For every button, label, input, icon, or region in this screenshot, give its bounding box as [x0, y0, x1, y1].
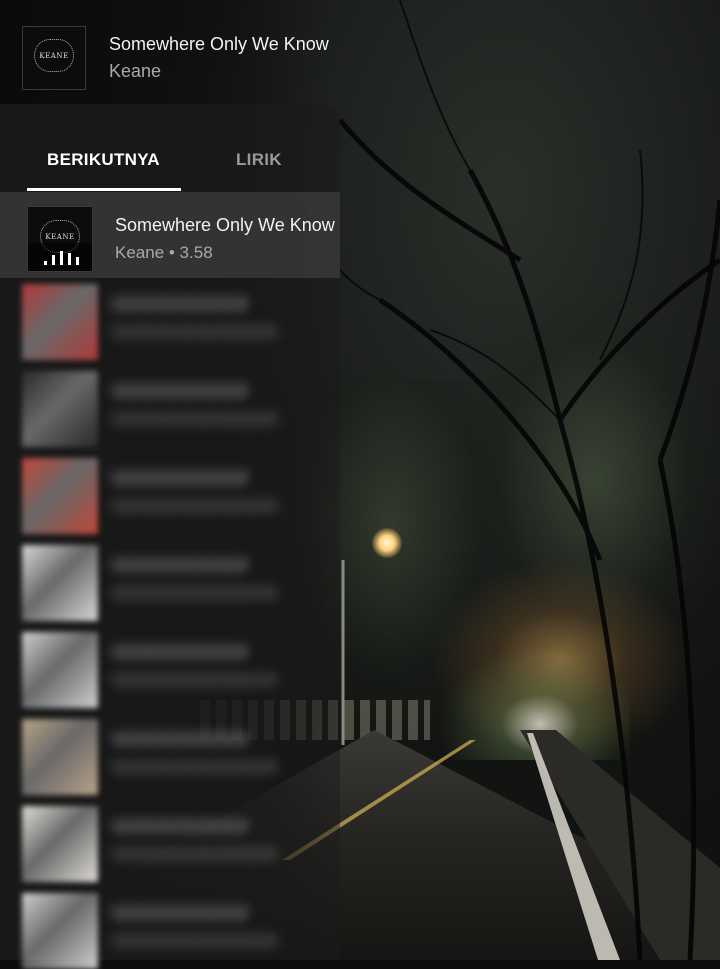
- queue-item[interactable]: [0, 454, 300, 534]
- queue-item-subtitle-blurred: [110, 411, 280, 427]
- queue-item-title-blurred: [110, 383, 250, 399]
- queue-item-title-blurred: [110, 731, 250, 747]
- queue-item-thumbnail: [22, 545, 98, 621]
- queue-item-subtitle-blurred: [110, 585, 280, 601]
- tab-bar: BERIKUTNYA LIRIK: [0, 104, 340, 192]
- queue-item-thumbnail: [22, 632, 98, 708]
- queue-item[interactable]: [0, 367, 300, 447]
- queue-item-thumbnail: [22, 719, 98, 795]
- queue-item-subtitle-blurred: [110, 759, 280, 775]
- queue-item-title-blurred: [110, 905, 250, 921]
- queue-item-thumbnail: [22, 371, 98, 447]
- queue-item[interactable]: [0, 889, 300, 969]
- current-track-meta: Keane • 3.58: [115, 243, 213, 262]
- queue-item-subtitle-blurred: [110, 672, 280, 688]
- queue-item-title-blurred: [110, 818, 250, 834]
- queue-item-thumbnail: [22, 806, 98, 882]
- queue-item[interactable]: [0, 715, 300, 795]
- now-playing-album-art: KEANE: [22, 26, 86, 90]
- current-track-row[interactable]: KEANE Somewhere Only We Know Keane • 3.5…: [0, 192, 340, 278]
- queue-item[interactable]: [0, 802, 300, 882]
- queue-item-title-blurred: [110, 557, 250, 573]
- tab-up-next[interactable]: BERIKUTNYA: [47, 150, 160, 170]
- queue-item-thumbnail: [22, 284, 98, 360]
- current-track-album-art: KEANE: [27, 206, 93, 272]
- equalizer-icon: [28, 243, 92, 271]
- queue-item-title-blurred: [110, 296, 250, 312]
- now-playing-artist: Keane: [109, 61, 162, 81]
- current-track-title: Somewhere Only We Know: [115, 215, 335, 235]
- active-tab-indicator: [27, 188, 181, 191]
- queue-item-thumbnail: [22, 893, 98, 969]
- tab-lyrics[interactable]: LIRIK: [236, 150, 282, 170]
- queue-item[interactable]: [0, 628, 300, 708]
- queue-item-thumbnail: [22, 458, 98, 534]
- queue-item[interactable]: [0, 280, 300, 360]
- now-playing-bar[interactable]: KEANE Somewhere Only We Know Keane: [0, 0, 720, 104]
- now-playing-title: Somewhere Only We Know: [109, 34, 329, 54]
- queue-item[interactable]: [0, 541, 300, 621]
- queue-item-title-blurred: [110, 470, 250, 486]
- queue-panel: BERIKUTNYA LIRIK KEANE Somewhere Only We…: [0, 104, 340, 969]
- queue-item-subtitle-blurred: [110, 498, 280, 514]
- queue-item-subtitle-blurred: [110, 324, 280, 340]
- queue-item-title-blurred: [110, 644, 250, 660]
- queue-item-subtitle-blurred: [110, 933, 280, 949]
- queue-item-subtitle-blurred: [110, 846, 280, 862]
